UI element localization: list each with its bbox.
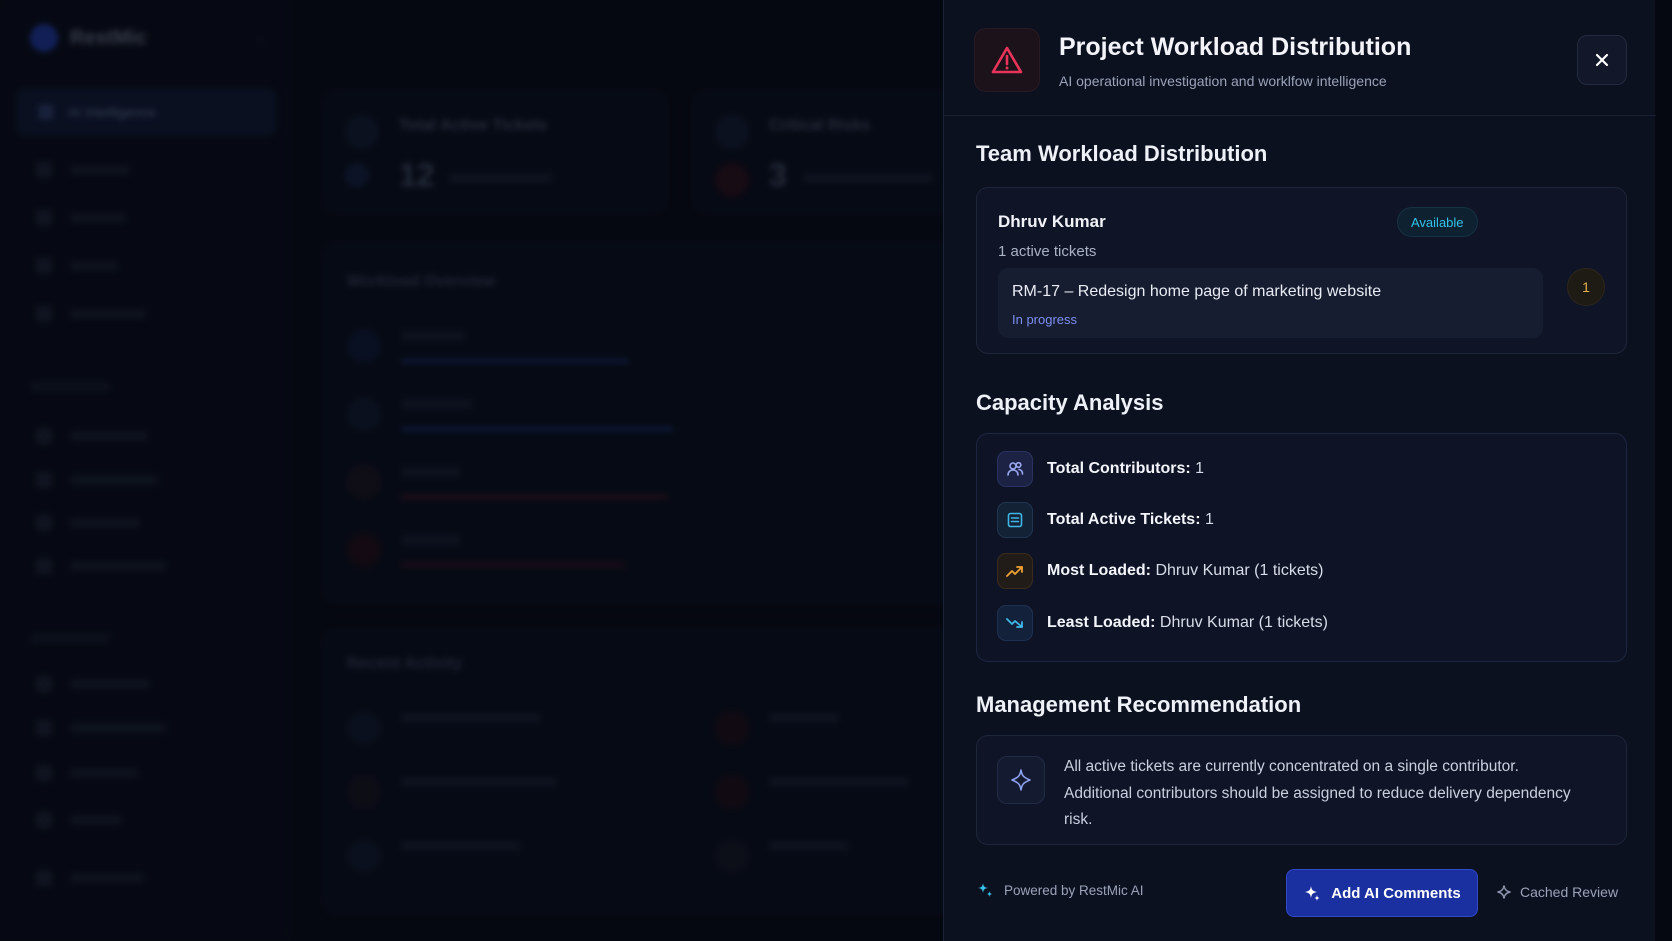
- trending-up-icon: [997, 553, 1033, 589]
- ticket-status: In progress: [1012, 312, 1078, 327]
- recommendation-text: All active tickets are currently concent…: [1064, 758, 1571, 828]
- member-name: Dhruv Kumar: [998, 212, 1106, 231]
- sparkle-icon: [1497, 885, 1511, 899]
- close-button[interactable]: [1577, 35, 1627, 85]
- member-card: Dhruv Kumar Available 1 active tickets R…: [976, 187, 1627, 354]
- workload-panel: Project Workload Distribution AI operati…: [943, 0, 1656, 941]
- sparkle-icon: [997, 756, 1045, 804]
- warning-triangle-icon: [974, 28, 1040, 92]
- panel-subtitle: AI operational investigation and worklfo…: [1059, 73, 1387, 89]
- capacity-text: Least Loaded: Dhruv Kumar (1 tickets): [1047, 614, 1328, 631]
- add-ai-comments-label: Add AI Comments: [1331, 884, 1461, 902]
- ticket-title: RM-17 – Redesign home page of marketing …: [1012, 283, 1382, 300]
- team-workload-title: Team Workload Distribution: [976, 141, 1268, 166]
- capacity-text: Total Contributors: 1: [1047, 460, 1205, 477]
- capacity-row-least-loaded: Least Loaded: Dhruv Kumar (1 tickets): [997, 605, 1328, 641]
- status-badge: Available: [1397, 207, 1478, 237]
- close-icon: [1595, 53, 1609, 67]
- capacity-text: Most Loaded: Dhruv Kumar (1 tickets): [1047, 562, 1324, 579]
- trending-down-icon: [997, 605, 1033, 641]
- panel-title: Project Workload Distribution: [1059, 33, 1412, 61]
- list-icon: [997, 502, 1033, 538]
- sparkles-icon: [1305, 886, 1320, 901]
- ticket-count-badge: 1: [1567, 268, 1605, 306]
- add-ai-comments-button[interactable]: Add AI Comments: [1286, 869, 1478, 917]
- powered-by-label: Powered by RestMic AI: [1004, 882, 1144, 898]
- users-icon: [997, 451, 1033, 487]
- cached-review-label: Cached Review: [1520, 884, 1619, 900]
- recommendation-title: Management Recommendation: [976, 692, 1302, 717]
- capacity-row-active-tickets: Total Active Tickets: 1: [997, 502, 1214, 538]
- cached-review-button[interactable]: Cached Review: [1496, 884, 1618, 900]
- ticket-item[interactable]: RM-17 – Redesign home page of marketing …: [998, 268, 1543, 338]
- capacity-card: Total Contributors: 1 Total Active Ticke…: [976, 433, 1627, 662]
- capacity-analysis-title: Capacity Analysis: [976, 390, 1164, 415]
- sparkles-icon: [978, 883, 992, 897]
- panel-header: Project Workload Distribution AI operati…: [944, 0, 1656, 116]
- powered-by: Powered by RestMic AI: [976, 881, 1144, 899]
- recommendation-card: All active tickets are currently concent…: [976, 735, 1627, 845]
- capacity-text: Total Active Tickets: 1: [1047, 511, 1214, 528]
- member-ticket-count: 1 active tickets: [998, 243, 1097, 260]
- capacity-row-contributors: Total Contributors: 1: [997, 451, 1204, 487]
- capacity-row-most-loaded: Most Loaded: Dhruv Kumar (1 tickets): [997, 553, 1323, 589]
